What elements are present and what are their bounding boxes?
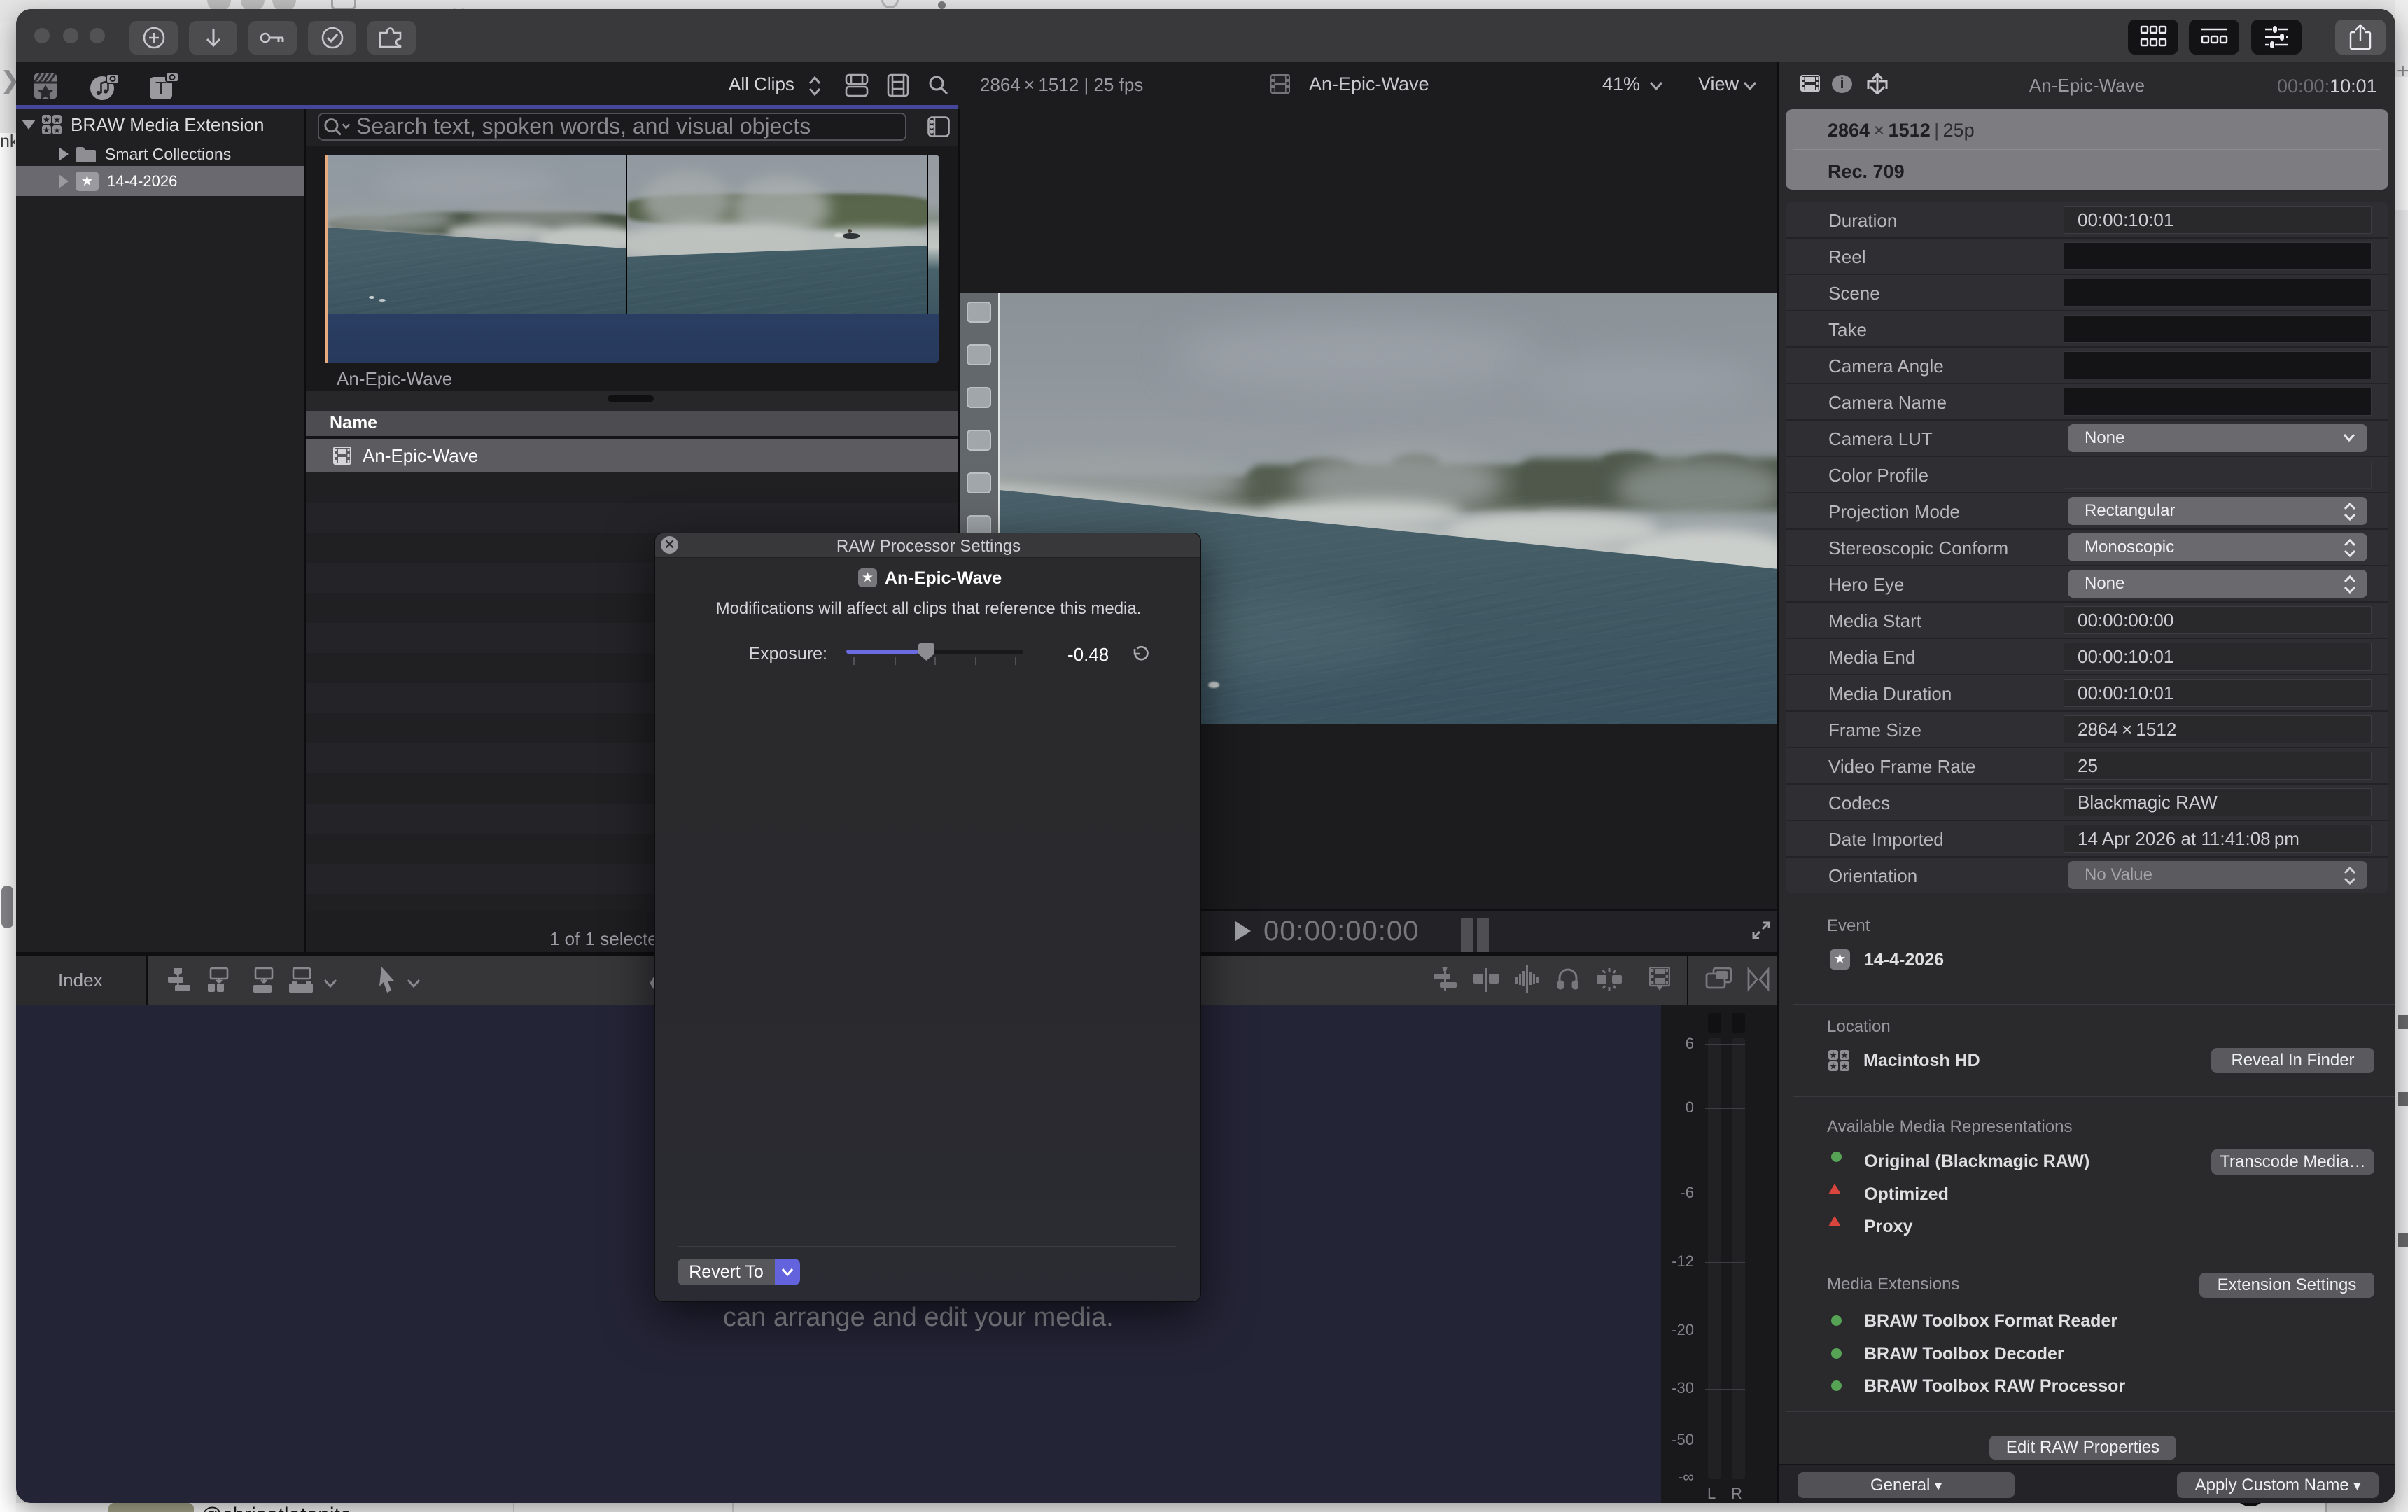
svg-text:★: ★ xyxy=(43,115,50,125)
svg-text:★: ★ xyxy=(53,115,61,125)
svg-text:★: ★ xyxy=(1829,1050,1837,1060)
svg-text:★: ★ xyxy=(43,125,50,134)
svg-text:★: ★ xyxy=(1840,1061,1849,1072)
svg-text:★: ★ xyxy=(53,125,61,134)
svg-text:★: ★ xyxy=(1840,1050,1849,1060)
svg-text:★: ★ xyxy=(1829,1061,1837,1072)
